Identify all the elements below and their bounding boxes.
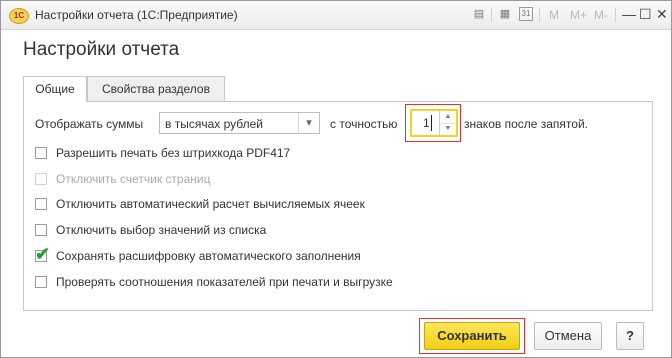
checkbox-label: Отключить автоматический расчет вычисляе… bbox=[56, 197, 365, 211]
help-button[interactable]: ? bbox=[616, 322, 644, 350]
display-sums-label: Отображать суммы bbox=[35, 117, 144, 131]
spin-down-icon[interactable]: ▼ bbox=[440, 123, 456, 135]
tab-section-properties[interactable]: Свойства разделов bbox=[87, 76, 225, 101]
checkbox-label: Проверять соотношения показателей при пе… bbox=[56, 275, 393, 289]
checkbox-box[interactable]: ✔ bbox=[35, 244, 50, 264]
tab-general[interactable]: Общие bbox=[23, 76, 87, 102]
precision-value: 1 bbox=[423, 116, 430, 130]
memory-plus-button[interactable]: M+ bbox=[570, 8, 587, 22]
sums-unit-value: в тысячах рублей bbox=[165, 117, 263, 131]
precision-spinner[interactable]: ▲ ▼ bbox=[439, 111, 456, 135]
precision-input[interactable]: 1 ▲ ▼ bbox=[410, 109, 458, 137]
calendar-icon[interactable]: 31 bbox=[519, 7, 533, 21]
checkbox-box[interactable] bbox=[35, 198, 47, 210]
minimize-icon[interactable]: — bbox=[622, 6, 636, 22]
checkbox-label: Сохранять расшифровку автоматического за… bbox=[56, 249, 361, 263]
app-logo-icon: 1С bbox=[9, 8, 29, 24]
cancel-button[interactable]: Отмена bbox=[534, 322, 602, 350]
toolbar-divider bbox=[539, 8, 540, 22]
precision-label: с точностью bbox=[330, 117, 398, 131]
close-icon[interactable]: ✕ bbox=[656, 6, 668, 23]
calculator-icon[interactable]: ▦ bbox=[498, 7, 512, 21]
text-cursor bbox=[431, 115, 432, 131]
checkbox-label: Отключить счетчик страниц bbox=[56, 172, 211, 186]
checkbox-box[interactable] bbox=[35, 224, 47, 236]
checkbox-label: Разрешить печать без штрихкода PDF417 bbox=[56, 146, 291, 160]
chevron-down-icon[interactable]: ▾ bbox=[298, 113, 319, 133]
checkbox-label: Отключить выбор значений из списка bbox=[56, 223, 267, 237]
memory-minus-button[interactable]: M- bbox=[594, 8, 608, 22]
dialog-window: 1С Настройки отчета (1С:Предприятие) ▤ ▦… bbox=[0, 0, 672, 358]
checkbox-box[interactable] bbox=[35, 276, 47, 288]
sums-unit-select[interactable]: в тысячах рублей ▾ bbox=[159, 112, 320, 134]
checkbox-box bbox=[35, 173, 47, 185]
maximize-icon[interactable]: ☐ bbox=[639, 6, 652, 23]
memory-button[interactable]: M bbox=[549, 8, 559, 22]
title-bar: 1С Настройки отчета (1С:Предприятие) ▤ ▦… bbox=[1, 1, 671, 30]
form-heading: Настройки отчета bbox=[23, 39, 180, 60]
save-button[interactable]: Сохранить bbox=[424, 322, 520, 350]
checkmark-icon: ✔ bbox=[35, 244, 51, 264]
window-title: Настройки отчета (1С:Предприятие) bbox=[35, 8, 238, 22]
print-icon[interactable]: ▤ bbox=[472, 7, 486, 21]
toolbar-divider bbox=[615, 8, 616, 22]
checkbox-box[interactable] bbox=[35, 147, 47, 159]
toolbar-divider bbox=[491, 8, 492, 22]
precision-suffix-label: знаков после запятой. bbox=[464, 117, 588, 131]
